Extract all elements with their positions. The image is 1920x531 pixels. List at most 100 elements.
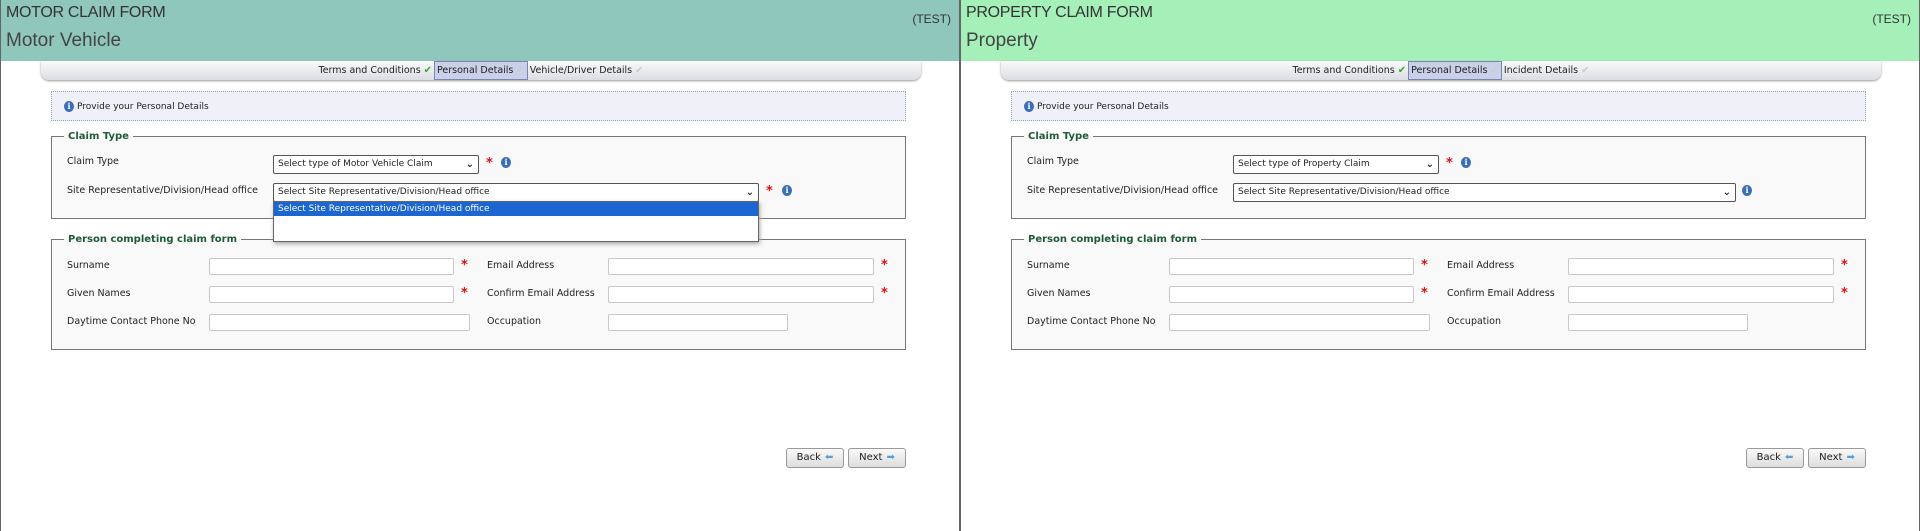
surname-input[interactable] — [209, 258, 454, 275]
select-value: Select type of Motor Vehicle Claim — [278, 159, 433, 169]
wizard-steps: Terms and Conditions ✔ Personal Details ✔ In… — [1001, 61, 1881, 80]
site-select[interactable]: Select Site Representative/Division/Head… — [1233, 183, 1736, 202]
chevron-down-icon: ⌄ — [1722, 187, 1731, 198]
claim-type-select[interactable]: Select type of Property Claim ⌄ — [1233, 155, 1439, 174]
info-box: i Provide your Personal Details — [1011, 91, 1866, 121]
check-pending-icon: ✔ — [1581, 65, 1590, 76]
check-pending-icon: ✔ — [516, 65, 525, 76]
required-star-icon: * — [1841, 286, 1848, 301]
surname-label: Surname — [67, 260, 110, 271]
required-star-icon: * — [461, 258, 468, 273]
environment-label: (TEST) — [1872, 12, 1911, 26]
phone-label: Daytime Contact Phone No — [67, 316, 196, 327]
confirm-email-label: Confirm Email Address — [1447, 288, 1555, 299]
info-icon: i — [64, 101, 74, 112]
occupation-input[interactable] — [1568, 314, 1748, 331]
form-subtitle: Motor Vehicle — [6, 30, 122, 51]
step-1[interactable]: Personal Details ✔ — [434, 61, 528, 80]
info-text: Provide your Personal Details — [1037, 102, 1169, 112]
info-icon[interactable]: i — [1461, 157, 1471, 168]
occupation-input[interactable] — [608, 314, 788, 331]
step-label: Vehicle/Driver Details — [529, 65, 633, 76]
step-0[interactable]: Terms and Conditions ✔ — [1291, 61, 1409, 80]
back-button[interactable]: Back ⬅ — [786, 448, 844, 468]
step-1[interactable]: Personal Details ✔ — [1408, 61, 1502, 80]
check-icon: ✔ — [423, 65, 433, 76]
select-value: Select type of Property Claim — [1238, 159, 1370, 169]
dropdown-option[interactable]: Select Site Representative/Division/Head… — [274, 202, 758, 216]
site-select[interactable]: Select Site Representative/Division/Head… — [273, 183, 759, 202]
check-pending-icon: ✔ — [1490, 65, 1499, 76]
back-button[interactable]: Back ⬅ — [1746, 448, 1804, 468]
info-icon: i — [1024, 101, 1034, 112]
phone-input[interactable] — [209, 314, 470, 331]
form-header: MOTOR CLAIM FORM Motor Vehicle (TEST) — [1, 0, 959, 61]
site-dropdown-list[interactable]: Select Site Representative/Division/Head… — [273, 201, 759, 242]
required-star-icon: * — [766, 184, 773, 199]
required-star-icon: * — [461, 286, 468, 301]
button-label: Next — [859, 452, 883, 463]
arrow-right-icon: ➡ — [1846, 452, 1855, 463]
given-names-label: Given Names — [1027, 288, 1091, 299]
phone-label: Daytime Contact Phone No — [1027, 316, 1156, 327]
occupation-label: Occupation — [1447, 316, 1501, 327]
check-pending-icon: ✔ — [635, 65, 644, 76]
email-input[interactable] — [608, 258, 874, 275]
step-2[interactable]: Vehicle/Driver Details ✔ — [528, 61, 646, 80]
claim-form-panel: PROPERTY CLAIM FORM Property (TEST) Term… — [960, 0, 1920, 531]
email-label: Email Address — [1447, 260, 1515, 271]
form-header: PROPERTY CLAIM FORM Property (TEST) — [961, 0, 1919, 61]
surname-label: Surname — [1027, 260, 1070, 271]
step-2[interactable]: Incident Details ✔ — [1502, 61, 1592, 80]
claim-type-label: Claim Type — [1027, 156, 1079, 167]
occupation-label: Occupation — [487, 316, 541, 327]
email-input[interactable] — [1568, 258, 1834, 275]
check-icon: ✔ — [1397, 65, 1407, 76]
chevron-down-icon: ⌄ — [745, 187, 754, 198]
step-label: Incident Details — [1503, 65, 1579, 76]
button-label: Back — [796, 452, 821, 463]
info-icon[interactable]: i — [501, 157, 511, 168]
step-0[interactable]: Terms and Conditions ✔ — [316, 61, 434, 80]
section-legend: Claim Type — [1028, 131, 1089, 142]
step-label: Personal Details — [437, 65, 514, 76]
surname-input[interactable] — [1169, 258, 1414, 275]
confirm-email-label: Confirm Email Address — [487, 288, 595, 299]
arrow-left-icon: ⬅ — [824, 452, 834, 463]
section-legend: Claim Type — [68, 131, 129, 142]
step-label: Terms and Conditions — [318, 65, 421, 76]
info-icon[interactable]: i — [782, 185, 792, 196]
given-names-input[interactable] — [1169, 286, 1414, 303]
form-title: PROPERTY CLAIM FORM — [966, 4, 1153, 21]
confirm-email-input[interactable] — [1568, 286, 1834, 303]
chevron-down-icon: ⌄ — [465, 159, 474, 170]
step-label: Terms and Conditions — [1292, 65, 1395, 76]
section-legend: Person completing claim form — [68, 234, 238, 245]
claim-form-panel: MOTOR CLAIM FORM Motor Vehicle (TEST) Te… — [0, 0, 960, 531]
required-star-icon: * — [1446, 156, 1453, 171]
claim-type-select[interactable]: Select type of Motor Vehicle Claim ⌄ — [273, 155, 479, 174]
claim-type-section: Claim Type — [1011, 131, 1866, 219]
select-value: Select Site Representative/Division/Head… — [278, 187, 490, 197]
confirm-email-input[interactable] — [608, 286, 874, 303]
next-button[interactable]: Next ➡ — [1808, 448, 1866, 468]
next-button[interactable]: Next ➡ — [848, 448, 906, 468]
chevron-down-icon: ⌄ — [1425, 159, 1434, 170]
required-star-icon: * — [1841, 258, 1848, 273]
button-label: Next — [1819, 452, 1843, 463]
email-label: Email Address — [487, 260, 555, 271]
required-star-icon: * — [1421, 258, 1428, 273]
form-title: MOTOR CLAIM FORM — [6, 4, 166, 21]
wizard-steps: Terms and Conditions ✔ Personal Details ✔ Ve… — [41, 61, 921, 80]
step-label: Personal Details — [1411, 65, 1488, 76]
info-icon[interactable]: i — [1742, 185, 1752, 196]
form-subtitle: Property — [966, 30, 1038, 51]
site-label: Site Representative/Division/Head office — [67, 185, 259, 196]
given-names-input[interactable] — [209, 286, 454, 303]
environment-label: (TEST) — [912, 12, 951, 26]
section-legend: Person completing claim form — [1028, 234, 1198, 245]
required-star-icon: * — [881, 258, 888, 273]
required-star-icon: * — [881, 286, 888, 301]
phone-input[interactable] — [1169, 314, 1430, 331]
info-box: i Provide your Personal Details — [51, 91, 906, 121]
